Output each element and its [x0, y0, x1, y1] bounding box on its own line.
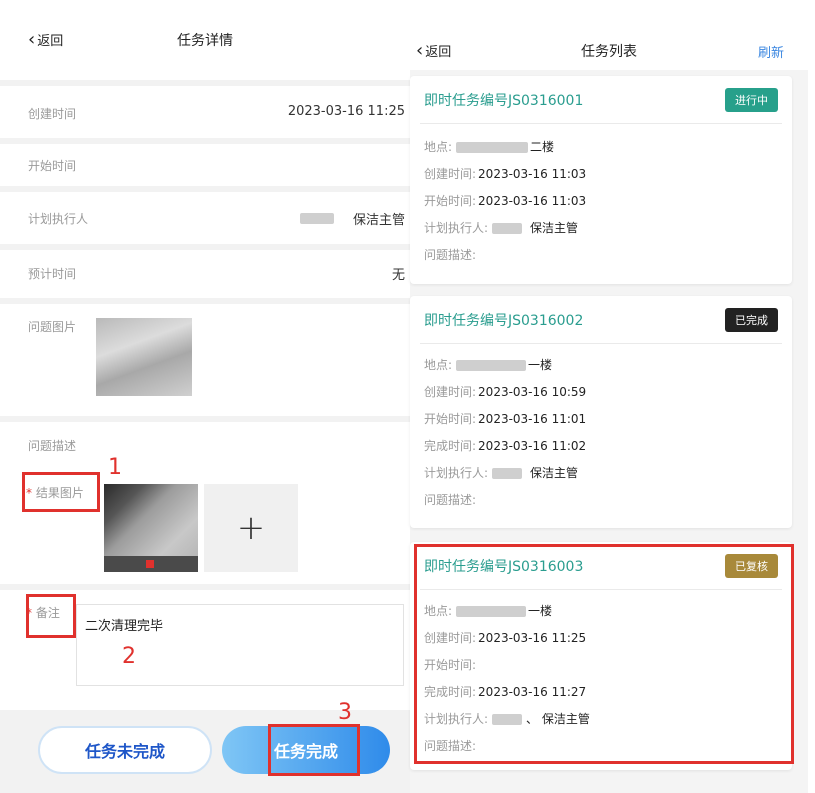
task-card[interactable]: 即时任务编号JS0316001 进行中 地点: 二楼 创建时间: 2023-03-1…: [410, 76, 792, 284]
created-key: 创建时间:: [424, 385, 477, 399]
annotation-box-2: [26, 594, 76, 638]
task-detail-panel: ‹ 返回 任务详情 创建时间 2023-03-16 11:25 开始时间 计划执…: [0, 0, 410, 793]
problem-desc-label: 问题描述: [28, 439, 77, 453]
problem-image-thumbnail[interactable]: [96, 318, 192, 396]
annotation-number-2: 2: [122, 644, 136, 669]
created-line: 创建时间: 2023-03-16 11:03: [424, 165, 586, 182]
list-header: ‹ 返回 任务列表 刷新: [410, 30, 808, 70]
task-card[interactable]: 即时任务编号JS0316002 已完成 地点: 一楼 创建时间: 2023-03-1…: [410, 296, 792, 528]
started-value: 2023-03-16 11:01: [478, 412, 587, 426]
annotation-box-1: [22, 472, 100, 512]
executor-value: 保洁主管: [352, 213, 405, 228]
plus-icon: +: [236, 508, 266, 548]
status-badge: 进行中: [725, 88, 778, 112]
created-value: 2023-03-16 11:03: [478, 167, 587, 181]
row-start: 开始时间: [0, 144, 410, 186]
desc-key: 问题描述:: [424, 493, 477, 507]
started-line: 开始时间: 2023-03-16 11:01: [424, 410, 586, 427]
task-list-panel: ‹ 返回 任务列表 刷新 即时任务编号JS0316001 进行中 地点: 二楼 创…: [410, 0, 808, 793]
finished-key: 完成时间:: [424, 439, 477, 453]
problem-image-label: 问题图片: [28, 320, 77, 334]
annotation-number-3: 3: [338, 700, 352, 725]
refresh-button[interactable]: 刷新: [758, 42, 784, 61]
redacted-location: [456, 142, 529, 153]
task-code: 即时任务编号JS0316001: [424, 93, 584, 109]
row-created: 创建时间 2023-03-16 11:25: [0, 86, 410, 138]
result-image-thumbnail[interactable]: [104, 484, 198, 572]
annotation-number-1: 1: [108, 455, 122, 480]
location-value: 一楼: [528, 358, 553, 372]
location-line: 地点: 二楼: [424, 138, 554, 155]
status-badge: 已完成: [725, 308, 778, 332]
card-divider: [420, 123, 782, 124]
undone-label: 任务未完成: [84, 742, 165, 761]
redacted-name: [300, 213, 334, 224]
row-problem-desc: 问题描述: [0, 422, 410, 466]
desc-line: 问题描述:: [424, 246, 476, 263]
card-divider: [420, 343, 782, 344]
finished-value: 2023-03-16 11:02: [478, 439, 587, 453]
annotation-box-3: [268, 724, 360, 776]
redacted-location: [456, 360, 527, 371]
started-line: 开始时间: 2023-03-16 11:03: [424, 192, 586, 209]
location-value: 二楼: [530, 140, 555, 154]
row-estimate: 预计时间 无: [0, 250, 410, 298]
created-label: 创建时间: [28, 107, 77, 121]
started-key: 开始时间:: [424, 412, 477, 426]
executor-line: 计划执行人: 保洁主管: [424, 219, 578, 236]
start-label: 开始时间: [28, 159, 77, 173]
executor-value: 保洁主管: [530, 466, 579, 480]
desc-key: 问题描述:: [424, 248, 477, 262]
location-key: 地点:: [424, 140, 453, 154]
location-key: 地点:: [424, 358, 453, 372]
remark-value: 二次清理完毕: [85, 619, 164, 634]
redacted-name: [492, 223, 523, 234]
started-key: 开始时间:: [424, 194, 477, 208]
executor-line: 计划执行人: 保洁主管: [424, 464, 578, 481]
task-undone-button[interactable]: 任务未完成: [38, 726, 212, 774]
executor-key: 计划执行人:: [424, 221, 489, 235]
add-image-button[interactable]: +: [204, 484, 298, 572]
record-icon: [146, 560, 154, 568]
desc-line: 问题描述:: [424, 491, 476, 508]
annotation-box-card: [414, 544, 794, 764]
status-area: [410, 0, 808, 30]
row-executor: 计划执行人 保洁主管: [0, 192, 410, 244]
started-value: 2023-03-16 11:03: [478, 194, 587, 208]
row-problem-image: 问题图片: [0, 304, 410, 416]
estimate-value: 无: [391, 268, 405, 283]
detail-header: ‹ 返回 任务详情: [0, 0, 410, 80]
executor-key: 计划执行人:: [424, 466, 489, 480]
created-value: 2023-03-16 10:59: [478, 385, 587, 399]
redacted-name: [492, 468, 523, 479]
created-value: 2023-03-16 11:25: [287, 104, 405, 119]
page-title: 任务列表: [581, 44, 637, 60]
executor-value: 保洁主管: [530, 221, 579, 235]
estimate-label: 预计时间: [28, 267, 77, 281]
task-code: 即时任务编号JS0316002: [424, 313, 584, 329]
created-key: 创建时间:: [424, 167, 477, 181]
executor-label: 计划执行人: [28, 212, 89, 226]
location-line: 地点: 一楼: [424, 356, 552, 373]
finished-line: 完成时间: 2023-03-16 11:02: [424, 437, 586, 454]
created-line: 创建时间: 2023-03-16 10:59: [424, 383, 586, 400]
page-title: 任务详情: [177, 33, 233, 49]
